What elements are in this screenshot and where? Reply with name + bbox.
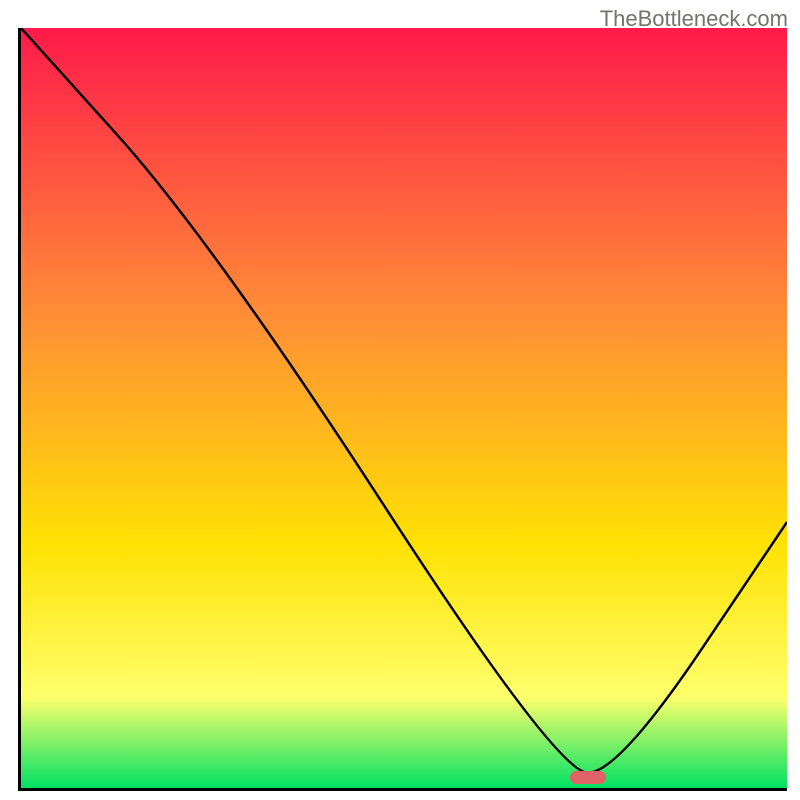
watermark-text: TheBottleneck.com — [600, 6, 788, 32]
optimal-marker — [570, 771, 606, 784]
plot-area — [18, 28, 787, 791]
chart-container: TheBottleneck.com — [0, 0, 800, 800]
bottleneck-curve — [21, 28, 787, 788]
